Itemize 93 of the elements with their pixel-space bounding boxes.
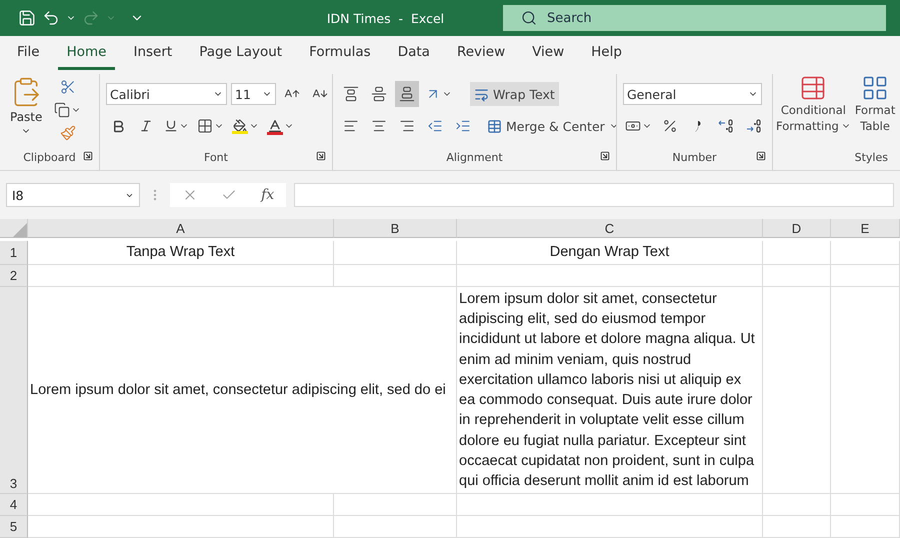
table-cell[interactable]: Lorem ipsum dolor sit amet, consectetur adipiscing elit, sed do ei xyxy=(28,287,457,494)
table-cell[interactable] xyxy=(763,265,831,288)
table-cell[interactable] xyxy=(831,240,900,266)
row-header[interactable]: 3 xyxy=(0,287,28,494)
group-label: Styles xyxy=(854,150,888,164)
merge-center-button[interactable]: Merge & Center xyxy=(483,114,616,138)
menu-tab[interactable]: Insert xyxy=(124,36,182,70)
table-cell[interactable] xyxy=(831,516,900,538)
menu-tab[interactable]: View xyxy=(523,36,574,70)
table-cell[interactable] xyxy=(763,287,831,494)
table-cell[interactable] xyxy=(28,494,334,516)
table-cell[interactable] xyxy=(763,494,831,516)
decrease-decimal-icon xyxy=(745,118,763,134)
table-cell[interactable] xyxy=(334,494,457,516)
paintbrush-icon xyxy=(60,125,76,141)
table-cell[interactable]: Lorem ipsum dolor sit amet, consectetur adipiscing elit, sed do eiusmod tempor incididunt ut labore et dolore magna aliqua. Ut enim ad minim veniam, quis nostrud exercitation ullamco laboris nisi ut aliquip ex ea commodo consequat. Duis aute irure dolor in reprehenderit in voluptate velit esse cillum dolore eu fugiat nulla pariatur. Excepteur sint occaecat cupidatat non proident, sunt in culpa qui officia deserunt mollit anim id est laborum xyxy=(457,287,763,494)
dialog-launcher-icon[interactable] xyxy=(83,151,93,161)
table-icon xyxy=(861,74,890,102)
decrease-indent-icon xyxy=(427,118,443,134)
row-header[interactable]: 4 xyxy=(0,494,28,516)
table-cell[interactable] xyxy=(831,265,900,288)
menu-tab[interactable]: Data xyxy=(388,36,439,70)
percent-icon xyxy=(662,118,678,134)
table-cell[interactable] xyxy=(334,516,457,538)
table-cell[interactable] xyxy=(334,240,457,266)
font-name-dropdown[interactable]: Calibri xyxy=(106,83,227,105)
menu-tab[interactable]: Help xyxy=(582,36,631,70)
menu-tab[interactable]: Review xyxy=(448,36,514,70)
underline-icon xyxy=(164,119,178,133)
save-icon[interactable] xyxy=(18,9,36,27)
row-header[interactable]: 2 xyxy=(0,265,28,288)
dialog-launcher-icon[interactable] xyxy=(316,151,326,161)
table-cell[interactable]: Tanpa Wrap Text xyxy=(28,240,334,266)
font-size-dropdown[interactable]: 11 xyxy=(231,83,276,105)
dialog-launcher-icon[interactable] xyxy=(756,151,766,161)
column-header[interactable]: D xyxy=(763,219,831,238)
table-cell[interactable] xyxy=(457,516,763,538)
number-format-dropdown[interactable]: General xyxy=(623,83,762,105)
undo-icon[interactable] xyxy=(42,9,60,27)
format-as-table-button[interactable]: Format Table xyxy=(854,74,896,146)
triangle-icon xyxy=(13,223,27,237)
table-cell[interactable] xyxy=(457,265,763,288)
align-icon xyxy=(371,86,387,102)
table-cell[interactable] xyxy=(763,516,831,538)
insert-function-button[interactable]: fx xyxy=(261,187,274,203)
wrap-text-icon xyxy=(474,86,489,102)
align-right-icon xyxy=(399,118,415,134)
borders-icon xyxy=(197,118,213,134)
row-header[interactable]: 1 xyxy=(0,240,28,266)
column-header[interactable]: A xyxy=(28,219,334,238)
table-cell[interactable] xyxy=(28,516,334,538)
increase-indent-icon xyxy=(455,118,471,134)
window-title: IDN Times - Excel xyxy=(326,10,446,26)
table-cell[interactable] xyxy=(831,494,900,516)
table-cell[interactable] xyxy=(334,265,457,288)
italic-icon xyxy=(139,119,153,133)
row-header[interactable]: 5 xyxy=(0,516,28,538)
name-box[interactable]: I8 xyxy=(6,183,140,207)
menu-tab[interactable]: Formulas xyxy=(300,36,380,70)
menu-tab[interactable]: File xyxy=(8,36,49,70)
formula-input[interactable] xyxy=(294,183,894,207)
table-cell[interactable] xyxy=(457,494,763,516)
paste-button[interactable]: Paste xyxy=(6,74,46,146)
table-cell[interactable] xyxy=(763,240,831,266)
column-header[interactable]: E xyxy=(831,219,900,238)
paint-bucket-icon xyxy=(232,118,248,134)
vertical-align-button[interactable] xyxy=(395,81,419,107)
group-label: Number xyxy=(672,150,717,164)
group-label: Clipboard xyxy=(23,150,76,164)
table-cell[interactable]: Dengan Wrap Text xyxy=(457,240,763,266)
copy-icon xyxy=(54,102,70,118)
group-label: Alignment xyxy=(446,150,503,164)
table-cell[interactable] xyxy=(831,287,900,494)
align-left-icon xyxy=(343,118,359,134)
font-color-icon xyxy=(267,118,283,134)
align-center-icon xyxy=(371,118,387,134)
wrap-text-button[interactable]: Wrap Text xyxy=(470,82,559,106)
table-icon xyxy=(799,74,828,102)
merge-cells-icon xyxy=(487,118,502,134)
dialog-launcher-icon[interactable] xyxy=(600,151,610,161)
group-label: Font xyxy=(204,150,228,164)
align-icon xyxy=(399,86,415,102)
scissors-icon xyxy=(60,79,76,95)
comma-icon xyxy=(694,119,702,133)
search-icon xyxy=(521,10,537,26)
increase-decimal-icon xyxy=(717,118,735,134)
column-header[interactable]: B xyxy=(334,219,457,238)
search-field[interactable]: Search xyxy=(503,5,886,31)
table-cell[interactable] xyxy=(28,265,334,288)
menu-tab[interactable]: Page Layout xyxy=(190,36,292,70)
column-header[interactable]: C xyxy=(457,219,763,238)
align-icon xyxy=(343,86,359,102)
conditional-formatting-button[interactable]: Conditional Formatting xyxy=(775,74,852,146)
